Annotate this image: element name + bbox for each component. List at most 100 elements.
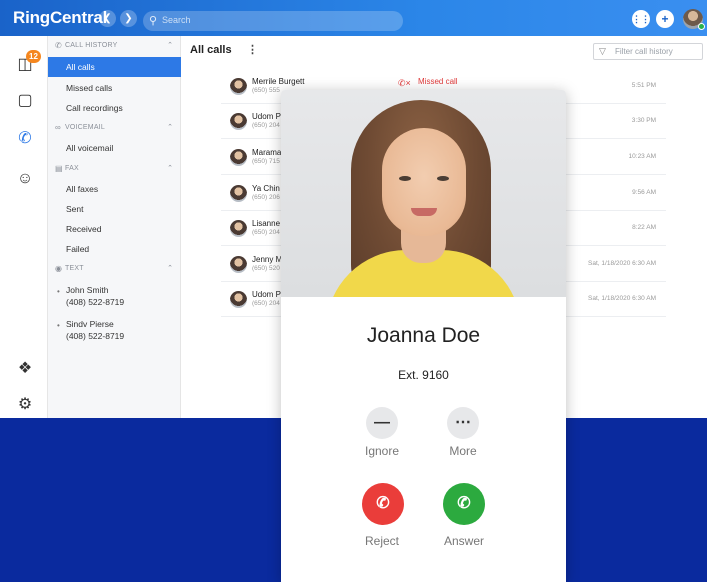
avatar bbox=[230, 149, 247, 166]
avatar bbox=[230, 78, 247, 95]
settings-icon[interactable]: ⚙ bbox=[14, 394, 36, 416]
caller-photo-face bbox=[382, 128, 466, 236]
user-avatar[interactable] bbox=[683, 9, 705, 30]
caller-phone: (650) 206 bbox=[252, 194, 280, 201]
section-fax[interactable]: ▤ FAX ⌃ bbox=[48, 159, 181, 179]
filter-placeholder: Filter call history bbox=[615, 47, 673, 56]
bullet-icon: • bbox=[57, 287, 60, 296]
ignore-button[interactable]: — bbox=[366, 407, 398, 439]
caller-name: Joanna Doe bbox=[366, 324, 481, 347]
filter-input[interactable]: ▽ Filter call history bbox=[593, 43, 703, 60]
section-text[interactable]: ◉ TEXT ⌃ bbox=[48, 259, 181, 279]
caller-name: Udom P bbox=[252, 112, 281, 121]
caller-name: Marama bbox=[252, 148, 282, 157]
fax-icon: ▤ bbox=[55, 164, 63, 173]
avatar bbox=[230, 113, 247, 130]
minus-icon: — bbox=[374, 414, 390, 431]
contact-phone: (408) 522-8719 bbox=[66, 331, 125, 341]
hang-up-icon: ✆ bbox=[376, 495, 390, 512]
caller-phone: (650) 520 bbox=[252, 265, 280, 272]
sidebar-item-received[interactable]: Received bbox=[48, 219, 181, 239]
caller-photo-mouth bbox=[411, 208, 437, 216]
sidebar-item-call-recordings[interactable]: Call recordings bbox=[48, 98, 181, 118]
chevron-up-icon: ⌃ bbox=[167, 42, 173, 49]
avatar bbox=[230, 185, 247, 202]
bullet-icon: • bbox=[57, 321, 60, 330]
section-call-history[interactable]: ✆ CALL HISTORY ⌃ bbox=[48, 36, 181, 56]
call-time: Sat, 1/18/2020 6:30 AM bbox=[588, 295, 656, 302]
phone-icon[interactable]: ✆ bbox=[14, 128, 36, 150]
voicemail-icon: ∞ bbox=[55, 123, 61, 132]
sidebar-item-missed-calls[interactable]: Missed calls bbox=[48, 78, 181, 98]
back-button[interactable]: ❮ bbox=[99, 10, 116, 27]
chevron-up-icon: ⌃ bbox=[167, 124, 173, 131]
page-title: All calls bbox=[190, 44, 232, 56]
caller-photo bbox=[281, 90, 566, 297]
caller-phone: (650) 555 bbox=[252, 87, 280, 94]
sidebar-item-failed[interactable]: Failed bbox=[48, 239, 181, 259]
chevron-up-icon: ⌃ bbox=[167, 165, 173, 172]
video-icon[interactable]: ▢ bbox=[14, 90, 36, 112]
more-button[interactable]: ⋯ bbox=[447, 407, 479, 439]
caller-name: Ya Chin bbox=[252, 184, 280, 193]
avatar bbox=[230, 220, 247, 237]
caller-photo-eye bbox=[437, 176, 449, 181]
search-icon: ⚲ bbox=[149, 15, 158, 27]
avatar bbox=[230, 291, 247, 308]
add-icon[interactable]: + bbox=[656, 10, 674, 28]
text-contact[interactable]: • John Smith (408) 522-8719 bbox=[48, 284, 181, 314]
text-contact[interactable]: • Sindv Pierse (408) 522-8719 bbox=[48, 318, 181, 348]
sidebar-item-all-calls[interactable]: All calls bbox=[48, 57, 181, 77]
caller-extension: Ext. 9160 bbox=[398, 368, 449, 382]
call-time: 9:56 AM bbox=[632, 189, 656, 196]
caller-name: Jenny M bbox=[252, 255, 283, 264]
caller-name: Udom P bbox=[252, 290, 281, 299]
top-bar: RingCentral ❮ ❯ ⚲ Search ⋮⋮ + bbox=[0, 0, 707, 36]
filter-icon: ▽ bbox=[599, 46, 606, 56]
contacts-icon[interactable]: ☺ bbox=[14, 168, 36, 190]
search-input[interactable]: ⚲ Search bbox=[143, 11, 403, 31]
dialpad-icon[interactable]: ⋮⋮ bbox=[632, 10, 650, 28]
caller-phone: (650) 204 bbox=[252, 300, 280, 307]
sidebar-item-sent[interactable]: Sent bbox=[48, 199, 181, 219]
more-dots-icon: ⋯ bbox=[455, 414, 471, 431]
answer-button[interactable]: ✆ bbox=[443, 483, 485, 525]
call-time: 5:51 PM bbox=[631, 82, 656, 89]
call-status: Missed call bbox=[418, 77, 458, 86]
incoming-call-card: Joanna Doe Ext. 9160 — Ignore ⋯ More ✆ R… bbox=[281, 90, 566, 582]
section-label: CALL HISTORY bbox=[65, 42, 118, 49]
caller-phone: (650) 204 bbox=[252, 229, 280, 236]
caller-name: Merrile Burgett bbox=[252, 77, 305, 86]
answer-label: Answer bbox=[443, 534, 484, 548]
call-time: 8:22 AM bbox=[632, 224, 656, 231]
section-label: TEXT bbox=[65, 265, 84, 272]
brand-logo: RingCentral bbox=[13, 8, 108, 27]
contact-phone: (408) 522-8719 bbox=[66, 297, 125, 307]
caller-phone: (650) 715 bbox=[252, 158, 280, 165]
search-placeholder: Search bbox=[162, 15, 191, 25]
reject-label: Reject bbox=[364, 534, 399, 548]
unread-badge: 12 bbox=[26, 50, 41, 63]
sidebar-item-all-faxes[interactable]: All faxes bbox=[48, 179, 181, 199]
more-options-icon[interactable]: ⋮ bbox=[247, 43, 258, 56]
sidebar-item-all-voicemail[interactable]: All voicemail bbox=[48, 138, 181, 158]
caller-name: Lisanne bbox=[252, 219, 281, 228]
phone-small-icon: ✆ bbox=[55, 41, 62, 50]
call-time: Sat, 1/18/2020 6:30 AM bbox=[588, 260, 656, 267]
chat-icon: ◉ bbox=[55, 264, 62, 273]
call-time: 3:30 PM bbox=[631, 117, 656, 124]
reject-button[interactable]: ✆ bbox=[362, 483, 404, 525]
avatar bbox=[230, 256, 247, 273]
sidebar: ✆ CALL HISTORY ⌃ All calls Missed calls … bbox=[48, 36, 181, 418]
caller-photo-eye bbox=[399, 176, 411, 181]
more-label: More bbox=[449, 444, 477, 458]
forward-button[interactable]: ❯ bbox=[120, 10, 137, 27]
ignore-label: Ignore bbox=[364, 444, 400, 458]
call-time: 10:23 AM bbox=[628, 153, 656, 160]
apps-icon[interactable]: ❖ bbox=[14, 358, 36, 380]
nav-rail: ◫ 12 ▢ ✆ ☺ ❖ ⚙ bbox=[0, 36, 48, 418]
section-label: FAX bbox=[65, 165, 79, 172]
phone-icon: ✆ bbox=[457, 495, 471, 512]
caller-phone: (650) 204 bbox=[252, 122, 280, 129]
section-voicemail[interactable]: ∞ VOICEMAIL ⌃ bbox=[48, 118, 181, 138]
